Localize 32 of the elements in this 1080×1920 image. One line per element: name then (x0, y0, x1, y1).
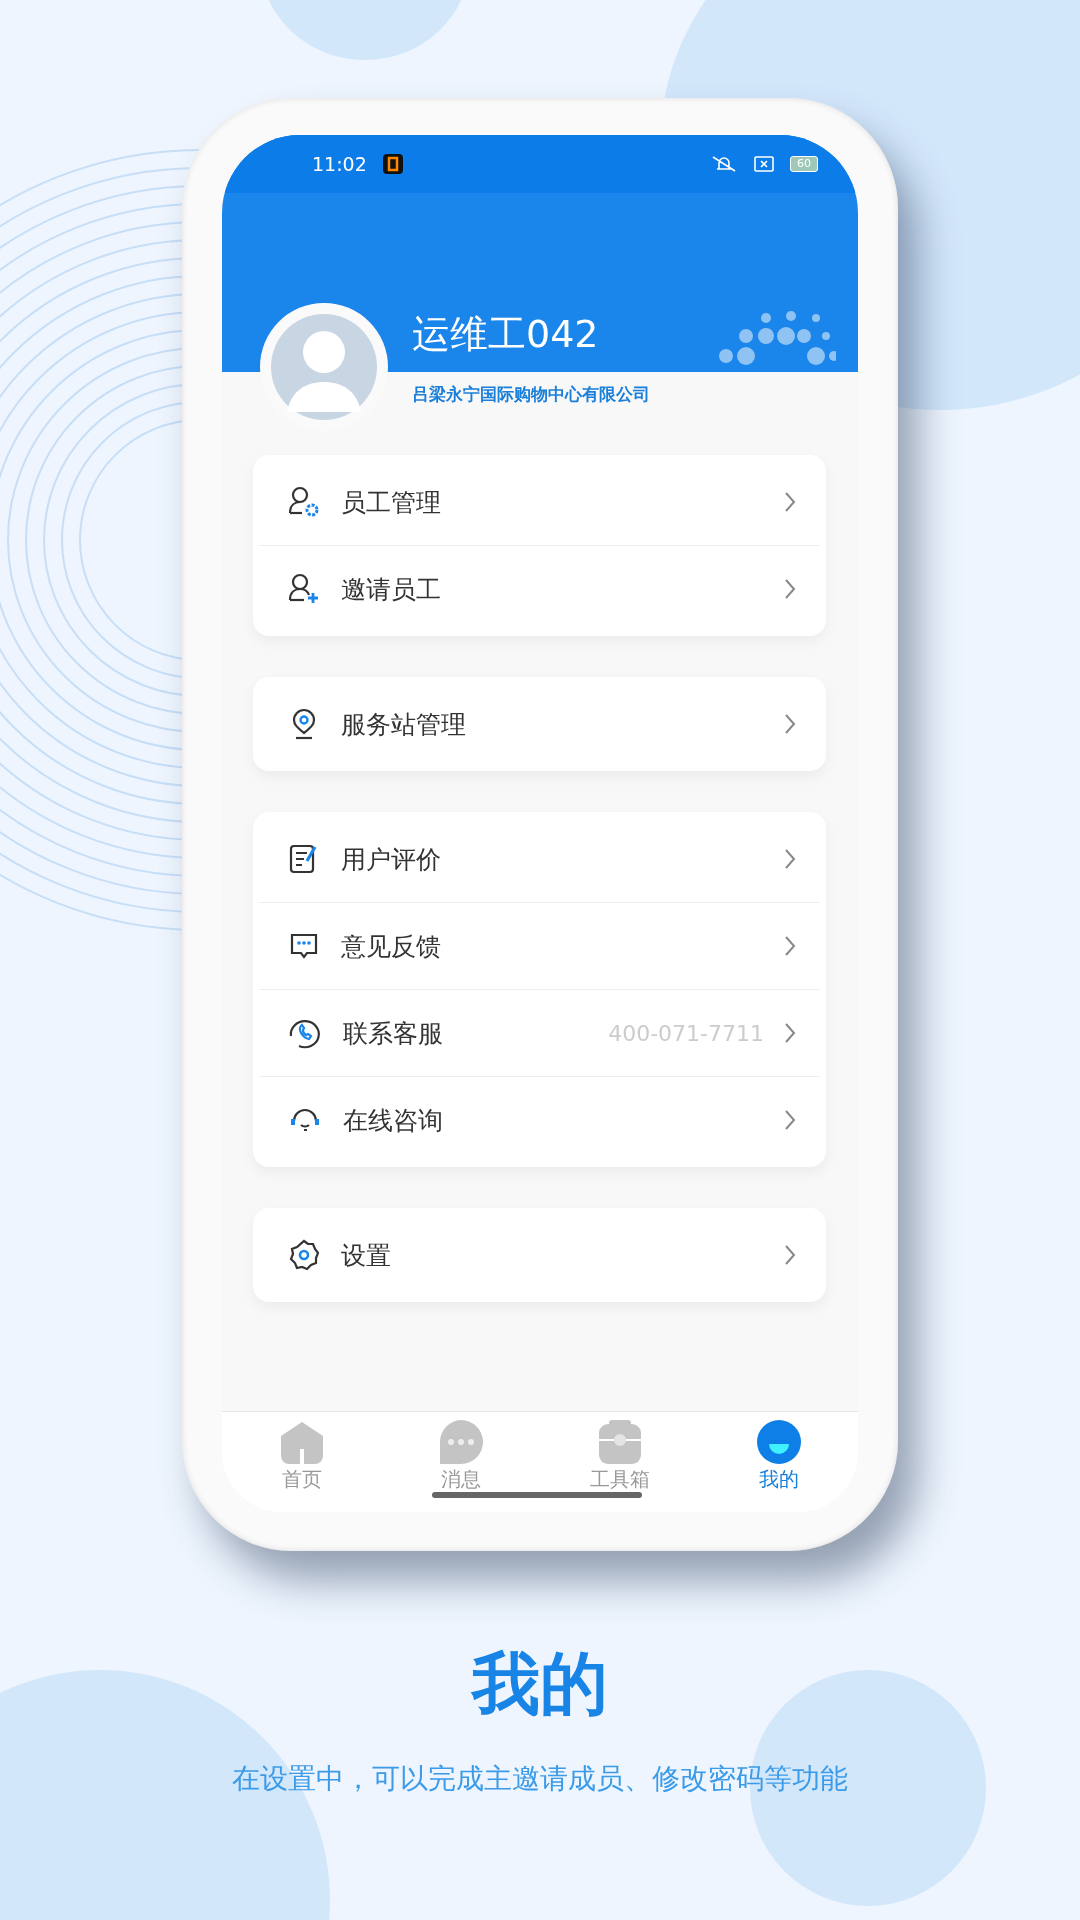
status-time: 11:02 (312, 153, 367, 175)
chevron-right-icon (784, 491, 796, 513)
user-gear-icon (287, 485, 321, 519)
profile-icon (755, 1420, 802, 1464)
chevron-right-icon (784, 848, 796, 870)
user-plus-icon (287, 572, 321, 606)
settings-icon (287, 1238, 321, 1272)
chevron-right-icon (784, 1022, 796, 1044)
menu-item[interactable]: 设置 (259, 1212, 820, 1298)
menu-item[interactable]: 邀请员工 (259, 545, 820, 632)
tab-item[interactable]: 我的 (699, 1412, 858, 1512)
chevron-right-icon (784, 1244, 796, 1266)
menu-item[interactable]: 服务站管理 (259, 681, 820, 767)
company-name: 吕梁永宁国际购物中心有限公司 (412, 383, 650, 406)
battery-indicator: 60 (790, 156, 818, 172)
bell-muted-icon (710, 155, 738, 173)
app-notification-icon (382, 154, 403, 174)
chevron-right-icon (784, 578, 796, 600)
toolbox-icon (596, 1420, 643, 1464)
chevron-right-icon (784, 713, 796, 735)
chevron-right-icon (784, 1109, 796, 1131)
menu-item[interactable]: 意见反馈 (259, 902, 820, 989)
menu-item[interactable]: 在线咨询 (259, 1076, 820, 1163)
menu-item[interactable]: 用户评价 (259, 816, 820, 902)
user-name: 运维工042 (412, 311, 600, 357)
chat-icon (437, 1420, 484, 1464)
home-icon (278, 1420, 325, 1464)
page-subtitle: 在设置中，可以完成主邀请成员、修改密码等功能 (232, 1761, 848, 1797)
chevron-right-icon (784, 935, 796, 957)
menu-item[interactable]: 员工管理 (259, 459, 820, 545)
page-title: 我的 (472, 1643, 608, 1725)
sim-off-icon (754, 156, 774, 172)
